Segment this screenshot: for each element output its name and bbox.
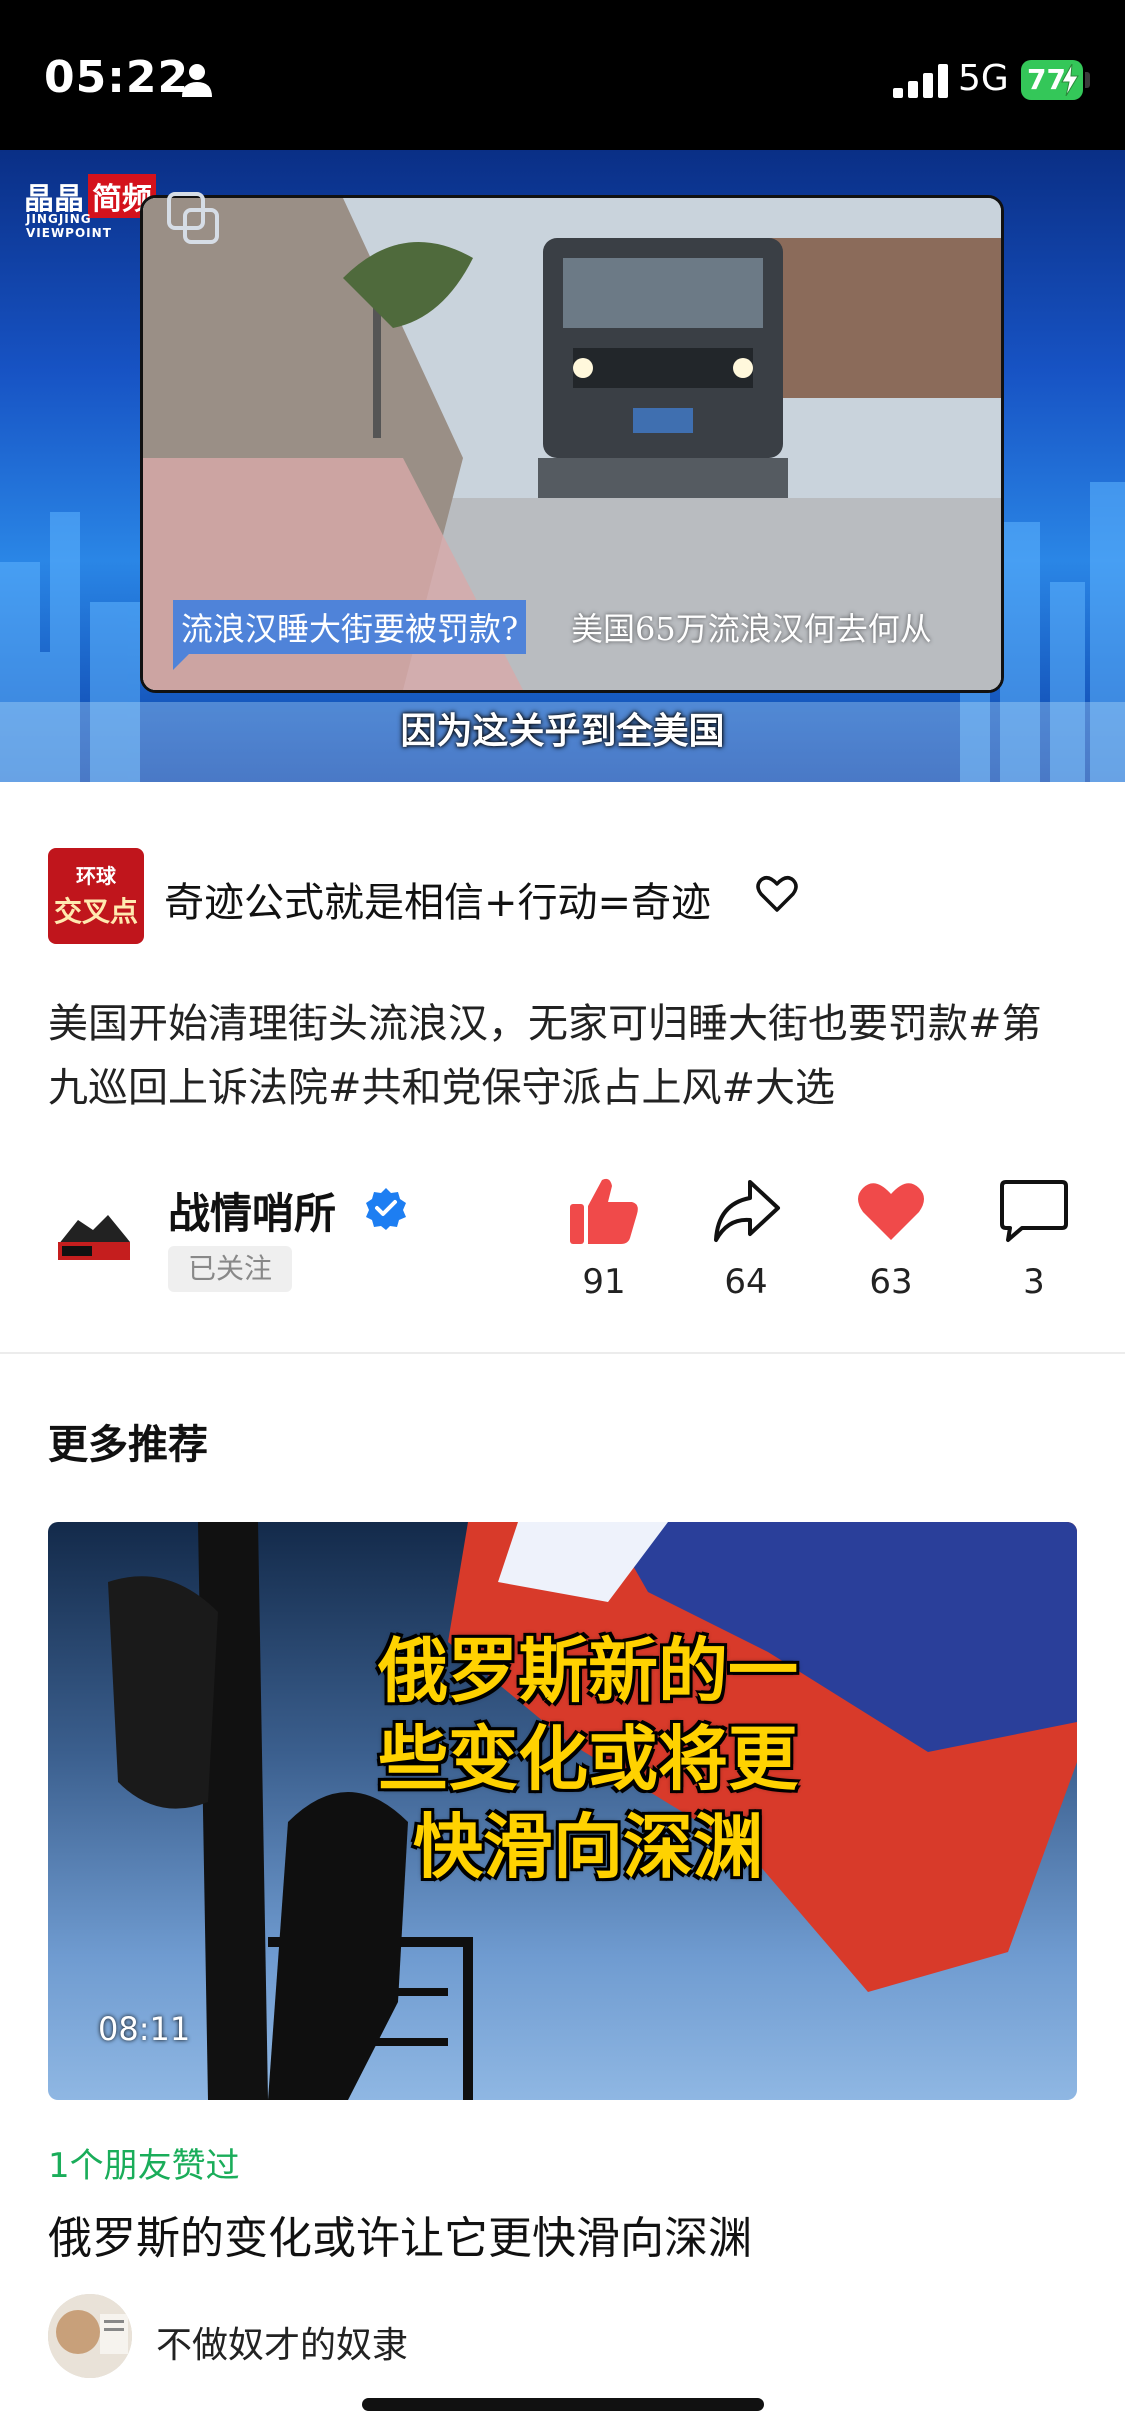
like-button[interactable]: 63 <box>836 1176 946 1302</box>
recommended-video-thumbnail[interactable]: 俄罗斯新的一些变化或将更快滑向深渊 08:11 <box>48 1522 1077 2100</box>
post-headline[interactable]: 奇迹公式就是相信+行动=奇迹 <box>164 870 711 928</box>
comment-bubble-icon <box>1000 1180 1068 1242</box>
charging-bolt-icon <box>1061 64 1079 96</box>
verified-badge-icon <box>366 1188 406 1230</box>
like-count: 63 <box>869 1262 913 1302</box>
recommended-author-name[interactable]: 不做奴才的奴隶 <box>156 2316 408 2368</box>
status-bar: 05:22 5G 77 <box>0 0 1125 150</box>
clock: 05:22 <box>44 52 190 103</box>
comment-count: 3 <box>1023 1262 1045 1302</box>
jingjing-logo: 晶晶 简频 JINGJING VIEWPOINT <box>24 174 159 240</box>
signal-icon <box>893 64 948 98</box>
video-player[interactable]: 晶晶 简频 JINGJING VIEWPOINT 流浪汉睡大街要被罚款? 美国6… <box>0 150 1125 782</box>
author-name[interactable]: 战情哨所 <box>168 1180 336 1241</box>
more-recommendations-title: 更多推荐 <box>48 1422 208 1468</box>
subtitle-highlight: 流浪汉睡大街要被罚款? <box>173 600 527 654</box>
video-duration: 08:11 <box>98 2010 191 2048</box>
section-divider <box>0 1352 1125 1354</box>
post-description: 美国开始清理街头流浪汉，无家可归睡大街也要罚款#第九巡回上诉法院#共和党保守派占… <box>48 1001 1042 1111</box>
channel-logo[interactable]: 环球 交叉点 <box>48 848 144 944</box>
friends-liked-label: 1个朋友赞过 <box>48 2146 240 2186</box>
comment-button[interactable]: 3 <box>979 1176 1089 1302</box>
thumbs-up-button[interactable]: 91 <box>549 1176 659 1302</box>
author-avatar[interactable] <box>48 1190 140 1282</box>
picture-in-picture-icon[interactable] <box>165 190 221 246</box>
person-icon <box>182 64 212 97</box>
video-frame: 流浪汉睡大街要被罚款? 美国65万流浪汉何去何从 <box>140 195 1004 693</box>
thumbs-up-count: 91 <box>582 1262 626 1302</box>
share-button[interactable]: 64 <box>691 1176 801 1302</box>
heart-filled-icon <box>858 1183 924 1240</box>
battery-tip <box>1085 72 1090 88</box>
thumbnail-overlay-text: 俄罗斯新的一些变化或将更快滑向深渊 <box>378 1630 798 1888</box>
recommended-author-avatar[interactable] <box>48 2294 132 2378</box>
home-indicator[interactable] <box>362 2398 764 2411</box>
video-caption: 因为这关乎到全美国 <box>400 711 725 752</box>
follow-status-badge[interactable]: 已关注 <box>168 1246 292 1292</box>
recommended-video-title[interactable]: 俄罗斯的变化或许让它更快滑向深渊 <box>48 2202 752 2266</box>
subtitle-tail <box>173 648 195 670</box>
battery-indicator: 77 <box>1021 60 1083 100</box>
subtitle-text: 美国65万流浪汉何去何从 <box>571 610 932 648</box>
network-type: 5G <box>958 58 1009 99</box>
share-count: 64 <box>724 1262 768 1302</box>
heart-outline-icon[interactable] <box>755 872 799 916</box>
share-arrow-icon <box>714 1180 780 1242</box>
thumbs-up-icon <box>570 1178 638 1244</box>
